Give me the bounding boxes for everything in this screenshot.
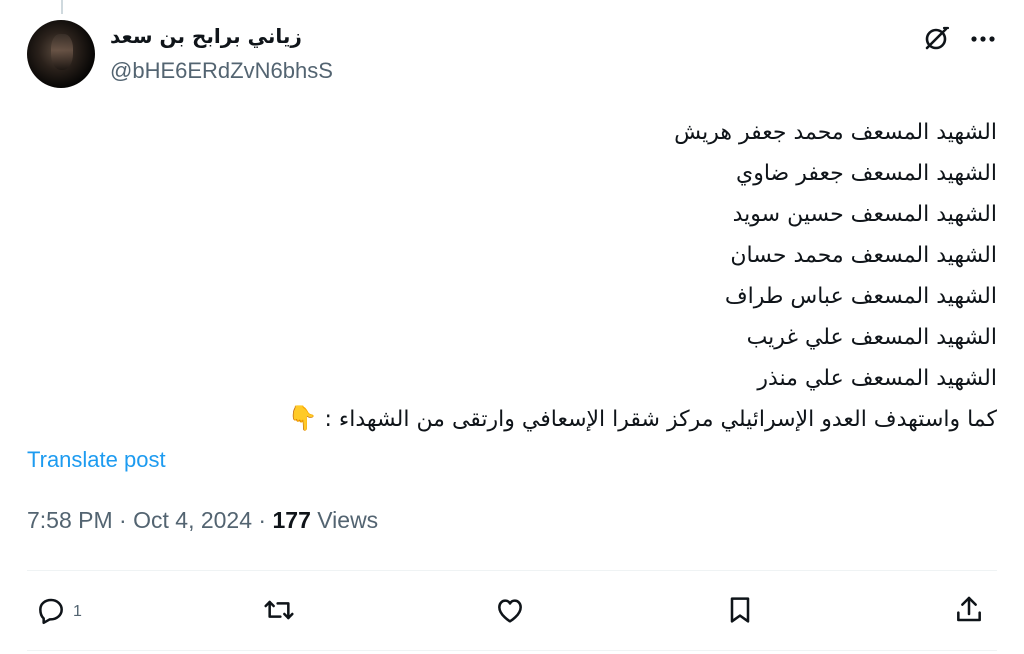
bookmark-button[interactable] [724,590,756,634]
grok-icon[interactable] [919,22,953,56]
action-bar: 1 [27,590,997,634]
meta-separator: · [112,507,134,533]
reply-icon [35,594,67,630]
tweet-text: الشهيد المسعف محمد جعفر هريش الشهيد المس… [17,112,997,441]
tweet-line: الشهيد المسعف محمد جعفر هريش [674,120,997,145]
tweet-date[interactable]: Oct 4, 2024 [133,507,252,533]
avatar[interactable] [27,20,95,88]
tweet-line: الشهيد المسعف جعفر ضاوي [735,161,997,186]
retweet-icon [263,594,295,630]
author-display-name[interactable]: زياني برابح بن سعد [110,24,302,48]
reply-button[interactable]: 1 [35,590,82,634]
tweet-line: الشهيد المسعف علي غريب [746,325,997,350]
views-label: Views [310,507,379,533]
pointing-down-emoji: 👇 [287,403,318,432]
like-button[interactable] [494,590,526,634]
tweet-line: الشهيد المسعف علي منذر [757,366,997,391]
retweet-button[interactable] [263,590,295,634]
share-button[interactable] [953,590,985,634]
divider [27,570,997,571]
tweet-time[interactable]: 7:58 PM [27,507,113,533]
more-options-icon[interactable] [966,22,1000,56]
tweet-line: الشهيد المسعف عباس طراف [724,284,997,309]
tweet-line: الشهيد المسعف محمد حسان [730,243,997,268]
tweet-line: الشهيد المسعف حسين سويد [732,202,997,227]
reply-count: 1 [73,603,82,620]
translate-post-link[interactable]: Translate post [27,447,166,473]
share-icon [953,594,985,630]
bookmark-icon [724,594,756,630]
tweet-line-last: كما واستهدف العدو الإسرائيلي مركز شقرا ا… [17,399,997,441]
avatar-face [51,34,73,70]
tweet-line-text: كما واستهدف العدو الإسرائيلي مركز شقرا ا… [324,407,997,432]
author-handle[interactable]: @bHE6ERdZvN6bhsS [110,58,333,84]
divider [27,650,997,651]
tweet-metadata: 7:58 PM · Oct 4, 2024 · 177 Views [27,507,378,534]
views-count: 177 [272,507,311,533]
meta-separator: · [252,507,273,533]
like-icon [494,594,526,630]
thread-connector-line [61,0,63,14]
